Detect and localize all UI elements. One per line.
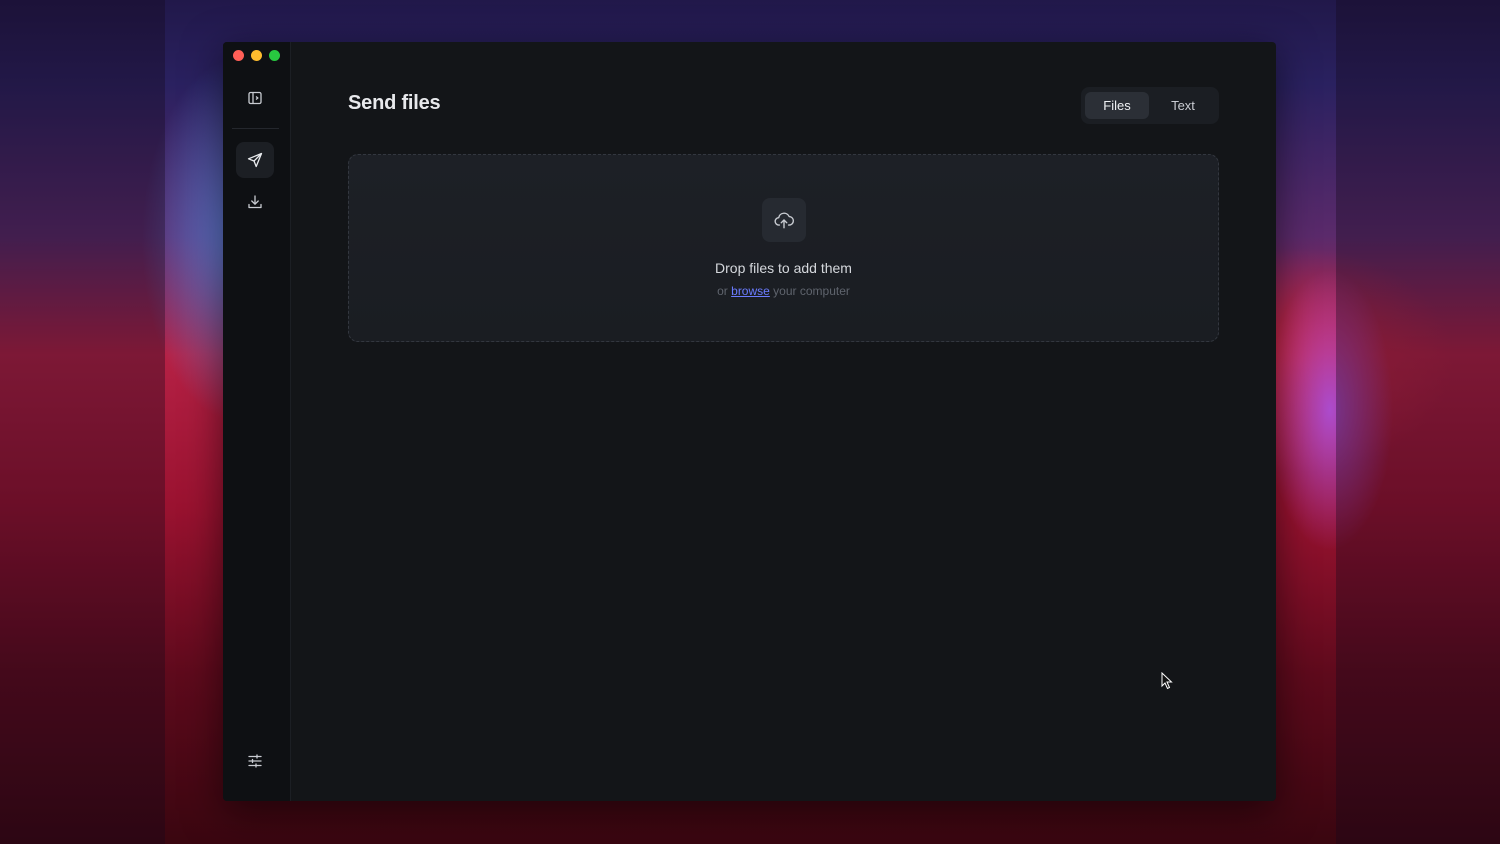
wallpaper-shade-right <box>1336 0 1500 844</box>
sidebar-item-receive[interactable] <box>236 184 274 220</box>
cloud-upload-icon <box>774 212 795 229</box>
mouse-cursor-icon <box>1161 672 1173 690</box>
minimize-button[interactable] <box>251 50 262 61</box>
paper-plane-icon <box>247 152 263 168</box>
sidebar-toggle-button[interactable] <box>236 80 274 116</box>
browse-link[interactable]: browse <box>731 284 770 298</box>
page-title: Send files <box>348 92 441 114</box>
file-dropzone[interactable]: Drop files to add them or browse your co… <box>348 154 1219 342</box>
close-button[interactable] <box>233 50 244 61</box>
sidebar-toggle-icon <box>248 91 262 105</box>
dropzone-subtitle-suffix: your computer <box>773 284 850 298</box>
mode-switcher: Files Text <box>1081 87 1219 124</box>
app-window: Send files Files Text Drop files to add … <box>223 42 1276 801</box>
main-content: Send files Files Text Drop files to add … <box>291 42 1276 801</box>
tab-text[interactable]: Text <box>1151 92 1215 119</box>
dropzone-subtitle-prefix: or <box>717 284 728 298</box>
dropzone-title: Drop files to add them <box>715 260 852 276</box>
wallpaper-shade-left <box>0 0 165 844</box>
upload-icon-tile <box>762 198 806 242</box>
window-controls <box>233 50 280 61</box>
sidebar-divider <box>232 128 279 129</box>
sidebar-item-settings[interactable] <box>236 743 274 779</box>
tab-files[interactable]: Files <box>1085 92 1149 119</box>
download-icon <box>248 195 262 209</box>
zoom-button[interactable] <box>269 50 280 61</box>
sidebar-item-send[interactable] <box>236 142 274 178</box>
sidebar <box>223 42 291 801</box>
sliders-icon <box>248 754 262 768</box>
dropzone-subtitle: or browse your computer <box>349 284 1218 298</box>
